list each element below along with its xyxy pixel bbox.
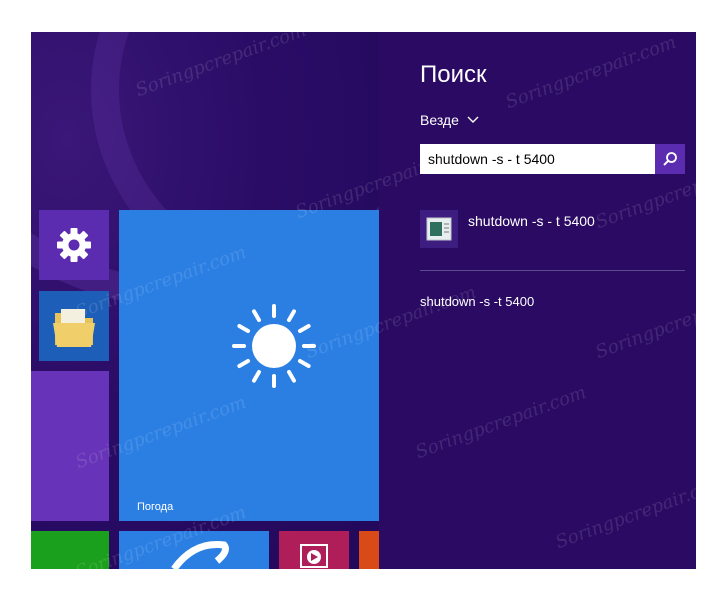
weather-tile-label: Погода <box>137 501 174 513</box>
settings-tile[interactable] <box>39 210 109 280</box>
weather-tile[interactable]: Погода <box>119 210 379 521</box>
play-icon <box>300 544 328 568</box>
app-tile[interactable] <box>359 531 379 569</box>
file-explorer-tile[interactable] <box>39 291 109 361</box>
app-search-result[interactable]: shutdown -s - t 5400 <box>420 210 595 248</box>
search-input[interactable] <box>420 144 655 174</box>
folder-icon <box>53 309 95 347</box>
search-panel-title: Поиск <box>420 61 487 88</box>
search-icon <box>663 152 677 166</box>
app-tile[interactable] <box>31 371 109 521</box>
search-scope-dropdown[interactable]: Везде <box>420 112 479 128</box>
video-tile[interactable] <box>279 531 349 569</box>
chevron-down-icon <box>467 116 479 123</box>
search-box <box>420 144 685 174</box>
store-tile[interactable] <box>31 531 109 569</box>
sun-icon <box>232 304 316 388</box>
gear-icon <box>57 228 91 262</box>
internet-explorer-icon <box>171 541 229 569</box>
search-scope-label: Везде <box>420 112 459 128</box>
search-panel: Поиск Везде shutdown -s - t 5400 shutdow… <box>379 32 696 569</box>
start-screen: Погода <box>31 32 379 569</box>
text-search-suggestion[interactable]: shutdown -s -t 5400 <box>420 294 534 309</box>
app-search-result-label: shutdown -s - t 5400 <box>468 213 595 229</box>
search-button[interactable] <box>655 144 685 174</box>
internet-explorer-tile[interactable] <box>119 531 269 569</box>
command-prompt-icon <box>420 210 458 248</box>
screen-frame: Погода Поиск Везде shutdown -s - t 5400 … <box>31 32 696 569</box>
results-divider <box>420 270 685 271</box>
